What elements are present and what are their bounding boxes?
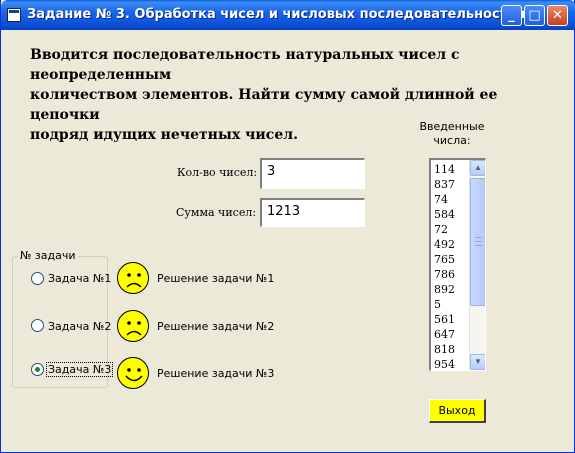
exit-button[interactable]: Выход bbox=[429, 399, 486, 423]
list-caption-line-1: Введенные bbox=[419, 120, 485, 133]
list-caption: Введенные числа: bbox=[415, 120, 489, 148]
numbers-listbox[interactable]: 114 837 74 584 72 492 765 786 892 5 561 … bbox=[429, 158, 486, 371]
scrollbar-thumb[interactable] bbox=[470, 178, 485, 306]
scroll-up-icon[interactable]: ▲ bbox=[470, 160, 485, 176]
count-label: Кол-во чисел: bbox=[177, 166, 258, 179]
list-scrollbar[interactable]: ▲ ▼ bbox=[469, 160, 485, 370]
task-1-radio[interactable] bbox=[31, 272, 44, 285]
list-item[interactable]: 954 bbox=[434, 357, 455, 370]
task-1-result: Решение задачи №1 bbox=[157, 272, 275, 285]
list-item[interactable]: 892 bbox=[434, 282, 455, 297]
task-3-result: Решение задачи №3 bbox=[157, 367, 275, 380]
window-title: Задание № 3. Обработка чисел и числовых … bbox=[27, 7, 531, 22]
window-app-icon[interactable] bbox=[7, 8, 21, 22]
list-item[interactable]: 647 bbox=[434, 327, 455, 342]
list-item[interactable]: 561 bbox=[434, 312, 455, 327]
minimize-button[interactable]: _ bbox=[501, 5, 522, 26]
task-1-label[interactable]: Задача №1 bbox=[48, 272, 111, 285]
task-2-label[interactable]: Задача №2 bbox=[48, 320, 111, 333]
sad-smiley-icon bbox=[117, 262, 149, 294]
sad-smiley-icon bbox=[117, 310, 149, 342]
close-button[interactable]: ✕ bbox=[547, 5, 568, 26]
task-line-1: Вводится последовательность натуральных … bbox=[30, 47, 460, 83]
title-bar[interactable]: Задание № 3. Обработка чисел и числовых … bbox=[1, 0, 575, 30]
maximize-button[interactable]: □ bbox=[524, 5, 545, 26]
task-3-label[interactable]: Задача №3 bbox=[45, 362, 114, 377]
task-selector-label: № задачи bbox=[18, 249, 78, 262]
list-item[interactable]: 818 bbox=[434, 342, 455, 357]
list-item[interactable]: 72 bbox=[434, 222, 455, 237]
list-item[interactable]: 765 bbox=[434, 252, 455, 267]
grip-icon bbox=[475, 237, 482, 246]
list-item[interactable]: 114 bbox=[434, 162, 455, 177]
list-caption-line-2: числа: bbox=[433, 134, 471, 147]
task-line-2: количеством элементов. Найти сумму самой… bbox=[30, 87, 498, 123]
sum-field[interactable]: 1213 bbox=[260, 198, 365, 227]
sum-label: Сумма чисел: bbox=[176, 206, 257, 219]
main-window: Задание № 3. Обработка чисел и числовых … bbox=[0, 0, 575, 453]
list-item[interactable]: 584 bbox=[434, 207, 455, 222]
task-3-radio[interactable] bbox=[31, 363, 44, 376]
list-item[interactable]: 74 bbox=[434, 192, 455, 207]
count-field[interactable]: 3 bbox=[260, 158, 365, 189]
happy-smiley-icon bbox=[117, 357, 149, 389]
task-2-result: Решение задачи №2 bbox=[157, 320, 275, 333]
list-item[interactable]: 786 bbox=[434, 267, 455, 282]
scroll-down-icon[interactable]: ▼ bbox=[470, 354, 485, 370]
list-item[interactable]: 492 bbox=[434, 237, 455, 252]
task-2-radio[interactable] bbox=[31, 319, 44, 332]
numbers-list: 114 837 74 584 72 492 765 786 892 5 561 … bbox=[434, 162, 455, 370]
list-item[interactable]: 837 bbox=[434, 177, 455, 192]
list-item[interactable]: 5 bbox=[434, 297, 455, 312]
